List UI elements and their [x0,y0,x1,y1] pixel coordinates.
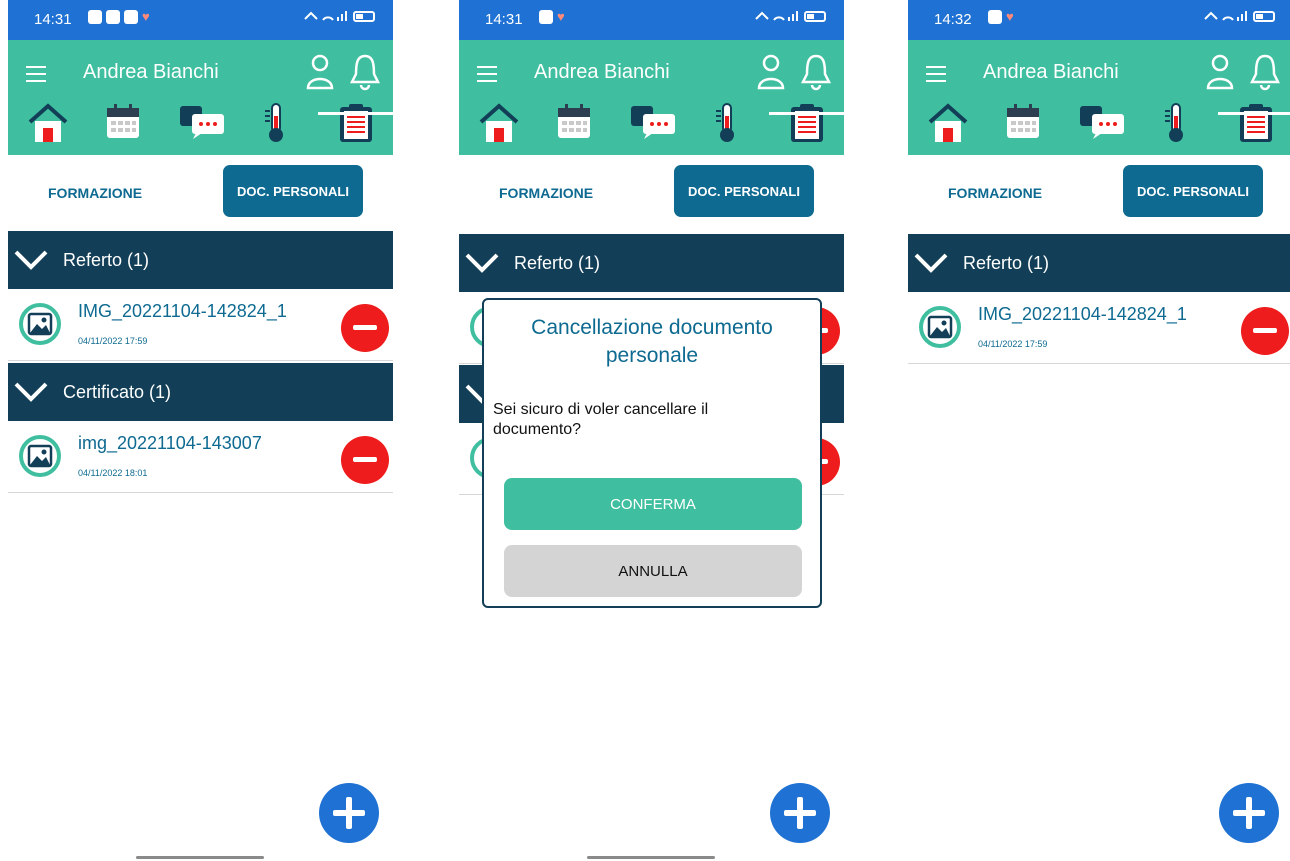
section-header[interactable]: Certificato (1) [8,363,393,421]
chevron-down-icon [914,253,948,273]
status-bar: 14:31 ♥ [8,0,393,40]
system-icons [303,10,375,22]
remove-icon[interactable] [1241,307,1289,355]
clipboard-icon[interactable] [338,102,374,144]
status-bar: 14:31 ♥ [459,0,844,40]
image-file-icon [19,303,61,345]
clipboard-icon[interactable] [1238,102,1274,144]
tab-formazione[interactable]: FORMAZIONE [499,185,593,201]
add-icon[interactable] [770,783,830,843]
file-date: 04/11/2022 17:59 [78,336,148,346]
app-header: Andrea Bianchi [8,40,393,155]
screen-2: 14:31 ♥ Andrea Bianchi FORMAZIONE DOC. P… [459,0,844,861]
thermometer-icon[interactable] [263,102,289,144]
calendar-icon[interactable] [1005,102,1041,142]
system-icons [1203,10,1275,22]
user-name: Andrea Bianchi [83,61,219,83]
home-indicator[interactable] [587,856,715,859]
menu-icon[interactable] [926,66,946,87]
status-time: 14:31 [34,11,72,28]
section-title: Referto (1) [514,253,601,273]
chat-icon[interactable] [178,102,226,140]
chat-icon[interactable] [629,102,677,140]
list-item[interactable]: IMG_20221104-142824_1 04/11/2022 17:59 [8,290,393,361]
add-icon[interactable] [319,783,379,843]
remove-icon[interactable] [341,436,389,484]
active-nav-indicator [1218,112,1290,115]
add-icon[interactable] [1219,783,1279,843]
notification-icons: ♥ [988,10,1014,24]
chevron-down-icon [14,382,48,402]
chevron-down-icon [465,253,499,273]
user-icon[interactable] [1205,54,1235,90]
tab-bar: FORMAZIONE DOC. PERSONALI [8,165,393,220]
delete-confirm-dialog: Cancellazione documento personale Sei si… [482,298,822,608]
list-item[interactable]: img_20221104-143007 04/11/2022 18:01 [8,422,393,493]
screen-1: 14:31 ♥ Andrea Bianchi FORMAZIONE DOC. P… [8,0,393,861]
menu-icon[interactable] [26,66,46,87]
user-icon[interactable] [305,54,335,90]
file-name: IMG_20221104-142824_1 [78,301,287,321]
notification-icons: ♥ [88,10,150,24]
dialog-message: Sei sicuro di voler cancellare il docume… [493,401,709,438]
home-icon[interactable] [926,102,970,144]
file-date: 04/11/2022 18:01 [78,468,148,478]
tab-doc-personali[interactable]: DOC. PERSONALI [223,165,363,217]
thermometer-icon[interactable] [714,102,740,144]
active-nav-indicator [769,112,844,115]
image-file-icon [919,306,961,348]
bell-icon[interactable] [349,52,381,92]
section-header[interactable]: Referto (1) [8,231,393,289]
main-nav [908,102,1290,152]
section-title: Certificato (1) [63,382,172,402]
remove-icon[interactable] [341,304,389,352]
status-bar: 14:32 ♥ [908,0,1290,40]
chevron-down-icon [14,250,48,270]
menu-icon[interactable] [477,66,497,87]
tab-formazione[interactable]: FORMAZIONE [48,185,142,201]
home-indicator[interactable] [136,856,264,859]
home-icon[interactable] [26,102,70,144]
user-name: Andrea Bianchi [534,61,670,83]
user-icon[interactable] [756,54,786,90]
screen-3: 14:32 ♥ Andrea Bianchi FORMAZIONE DOC. P… [908,0,1290,861]
bell-icon[interactable] [1249,52,1281,92]
calendar-icon[interactable] [105,102,141,142]
system-icons [754,10,826,22]
section-title: Referto (1) [963,253,1050,273]
active-nav-indicator [318,112,393,115]
image-file-icon [19,435,61,477]
clipboard-icon[interactable] [789,102,825,144]
dialog-title: Cancellazione documento personale [531,316,773,367]
file-date: 04/11/2022 17:59 [978,339,1048,349]
tab-doc-personali[interactable]: DOC. PERSONALI [674,165,814,217]
home-icon[interactable] [477,102,521,144]
chat-icon[interactable] [1078,102,1126,140]
tab-formazione[interactable]: FORMAZIONE [948,185,1042,201]
file-name: IMG_20221104-142824_1 [978,304,1187,324]
tab-doc-personali[interactable]: DOC. PERSONALI [1123,165,1263,217]
status-time: 14:32 [934,11,972,28]
confirm-button[interactable]: CONFERMA [504,478,802,530]
app-header: Andrea Bianchi [908,40,1290,155]
section-header[interactable]: Referto (1) [459,234,844,292]
list-item[interactable]: IMG_20221104-142824_1 04/11/2022 17:59 [908,293,1290,364]
tab-bar: FORMAZIONE DOC. PERSONALI [908,165,1290,220]
tab-bar: FORMAZIONE DOC. PERSONALI [459,165,844,220]
thermometer-icon[interactable] [1163,102,1189,144]
calendar-icon[interactable] [556,102,592,142]
cancel-button[interactable]: ANNULLA [504,545,802,597]
status-time: 14:31 [485,11,523,28]
notification-icons: ♥ [539,10,565,24]
main-nav [459,102,844,152]
app-header: Andrea Bianchi [459,40,844,155]
file-name: img_20221104-143007 [78,433,262,453]
user-name: Andrea Bianchi [983,61,1119,83]
section-header[interactable]: Referto (1) [908,234,1290,292]
main-nav [8,102,393,152]
section-title: Referto (1) [63,250,150,270]
bell-icon[interactable] [800,52,832,92]
